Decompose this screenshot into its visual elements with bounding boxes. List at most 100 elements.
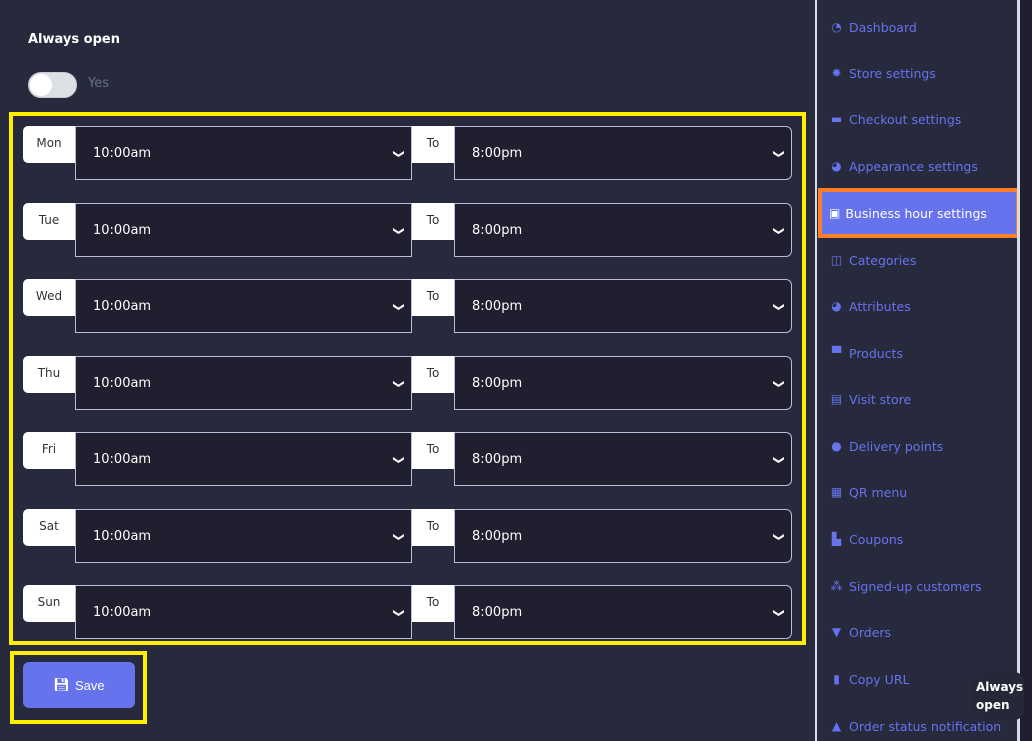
sidebar-item-checkout-settings[interactable]: ▬ Checkout settings (829, 109, 961, 129)
copy-icon: ▮ (833, 672, 840, 686)
open-time-value: 10:00am (93, 376, 152, 391)
main-content: Always open Yes Mon 10:00am ❯ To 8:00pm … (0, 0, 816, 741)
sidebar-item-label: Store settings (849, 65, 936, 81)
open-time-select[interactable]: 10:00am ❯ (75, 509, 412, 563)
open-time-value: 10:00am (93, 529, 152, 544)
sidebar-item-label: Orders (849, 624, 892, 640)
close-time-select[interactable]: 8:00pm ❯ (454, 585, 792, 639)
sidebar-item-label: Products (849, 345, 903, 361)
sidebar-item-label: Delivery points (849, 438, 944, 454)
day-label: Thu (23, 356, 75, 393)
chevron-down-icon: ❯ (772, 379, 786, 389)
chevron-down-icon: ❯ (772, 532, 786, 542)
sidebar-item-label: Appearance settings (849, 158, 978, 174)
day-label: Sun (23, 585, 75, 622)
sidebar-item-dashboard[interactable]: ◔ Dashboard (829, 17, 917, 37)
sidebar-item-label: Categories (849, 252, 917, 268)
chevron-down-icon: ❯ (772, 302, 786, 312)
always-open-label: Always open (28, 32, 120, 47)
close-time-select[interactable]: 8:00pm ❯ (454, 356, 792, 410)
sidebar-item-label: Signed-up customers (849, 578, 982, 594)
open-time-value: 10:00am (93, 605, 152, 620)
open-time-select[interactable]: 10:00am ❯ (75, 585, 412, 639)
open-time-value: 10:00am (93, 299, 152, 314)
day-label: Sat (23, 509, 75, 546)
hours-row-sun: Sun 10:00am ❯ To 8:00pm ❯ (23, 585, 792, 640)
sidebar-item-attributes[interactable]: ◕ Attributes (829, 296, 911, 316)
sidebar-item-qr-menu[interactable]: ▦ QR menu (829, 482, 907, 502)
close-time-value: 8:00pm (472, 299, 523, 314)
open-time-value: 10:00am (93, 223, 152, 238)
sidebar-item-signed-up-customers[interactable]: ⁂ Signed-up customers (829, 576, 982, 596)
close-time-select[interactable]: 8:00pm ❯ (454, 279, 792, 333)
sidebar-item-label: QR menu (849, 484, 908, 500)
save-button[interactable]: 💾︎ Save (23, 662, 135, 708)
sidebar: ◔ Dashboard ✹ Store settings ▬ Checkout setti… (817, 0, 1020, 741)
to-label: To (412, 279, 454, 316)
sidebar-item-coupons[interactable]: ▙ Coupons (829, 529, 903, 549)
day-label: Fri (23, 432, 75, 469)
hours-row-tue: Tue 10:00am ❯ To 8:00pm ❯ (23, 203, 792, 258)
open-time-select[interactable]: 10:00am ❯ (75, 356, 412, 410)
gear-icon: ✹ (831, 66, 842, 80)
sidebar-item-appearance-settings[interactable]: ◕ Appearance settings (829, 156, 978, 176)
to-label: To (412, 356, 454, 393)
close-time-select[interactable]: 8:00pm ❯ (454, 203, 792, 257)
sidebar-item-label: Dashboard (849, 19, 917, 35)
sidebar-item-copy-url[interactable]: ▮ Copy URL (829, 669, 909, 689)
chevron-down-icon: ❯ (772, 608, 786, 618)
chevron-down-icon: ❯ (772, 455, 786, 465)
close-time-select[interactable]: 8:00pm ❯ (454, 432, 792, 486)
sidebar-item-visit-store[interactable]: ▤ Visit store (829, 389, 911, 409)
chevron-down-icon: ❯ (772, 149, 786, 159)
close-time-value: 8:00pm (472, 452, 523, 467)
cart-icon: ▼ (831, 625, 842, 639)
to-label: To (412, 432, 454, 469)
close-time-value: 8:00pm (472, 146, 523, 161)
close-time-select[interactable]: 8:00pm ❯ (454, 509, 792, 563)
gifts-icon: ▙ (831, 532, 842, 546)
save-icon: 💾︎ (53, 677, 70, 692)
day-label: Mon (23, 126, 75, 163)
toggle-text: Yes (88, 76, 109, 91)
sidebar-item-products[interactable]: ▀ Products (829, 343, 903, 363)
always-open-toggle[interactable] (28, 72, 77, 98)
sidebar-item-business-hour-settings[interactable]: ▣ Business hour settings (818, 188, 1020, 238)
page: Always open Yes Mon 10:00am ❯ To 8:00pm … (0, 0, 1032, 741)
sidebar-item-label: Order status notification (849, 718, 1002, 734)
open-time-value: 10:00am (93, 146, 152, 161)
open-time-select[interactable]: 10:00am ❯ (75, 126, 412, 180)
hours-row-mon: Mon 10:00am ❯ To 8:00pm ❯ (23, 126, 792, 181)
open-time-value: 10:00am (93, 452, 152, 467)
close-time-value: 8:00pm (472, 529, 523, 544)
close-time-value: 8:00pm (472, 223, 523, 238)
bell-icon: ▲ (831, 719, 842, 733)
to-label: To (412, 585, 454, 622)
calendar-check-icon: ▣ (829, 206, 841, 220)
sidebar-item-store-settings[interactable]: ✹ Store settings (829, 63, 936, 83)
list-alt-icon: ▤ (830, 392, 843, 406)
sidebar-item-label: Copy URL (849, 671, 910, 687)
box-open-icon: ▀ (831, 346, 842, 360)
sidebar-item-order-status-notification[interactable]: ▲ Order status notification (829, 716, 1001, 736)
to-label: To (412, 126, 454, 163)
sidebar-item-label: Attributes (849, 298, 911, 314)
sidebar-item-orders[interactable]: ▼ Orders (829, 622, 891, 642)
save-label: Save (74, 677, 105, 693)
sidebar-item-label: Checkout settings (849, 111, 962, 127)
map-marker-icon: ● (831, 439, 842, 453)
open-time-select[interactable]: 10:00am ❯ (75, 203, 412, 257)
palette-icon: ◕ (831, 159, 842, 173)
to-label: To (412, 509, 454, 546)
qrcode-icon: ▦ (830, 485, 843, 499)
sidebar-item-categories[interactable]: ◫ Categories (829, 250, 917, 270)
toggle-knob (30, 74, 52, 96)
sidebar-item-label: Business hour settings (845, 205, 987, 221)
to-label: To (412, 203, 454, 240)
sidebar-item-delivery-points[interactable]: ● Delivery points (829, 436, 943, 456)
hours-row-sat: Sat 10:00am ❯ To 8:00pm ❯ (23, 509, 792, 564)
open-time-select[interactable]: 10:00am ❯ (75, 279, 412, 333)
sidebar-item-label: Visit store (849, 391, 912, 407)
open-time-select[interactable]: 10:00am ❯ (75, 432, 412, 486)
close-time-select[interactable]: 8:00pm ❯ (454, 126, 792, 180)
